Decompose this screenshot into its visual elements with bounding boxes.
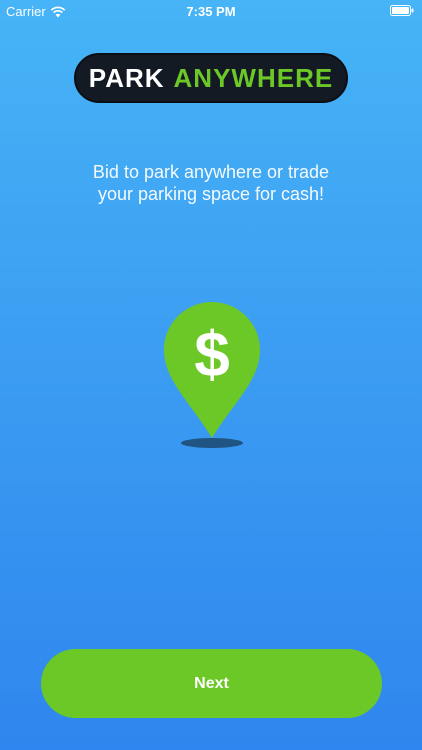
location-pin-dollar-icon: $	[160, 298, 264, 454]
dollar-sign: $	[194, 318, 230, 390]
logo-word-anywhere: ANYWHERE	[173, 62, 334, 93]
tagline-line-2: your parking space for cash!	[97, 184, 325, 204]
next-button[interactable]: Next	[41, 649, 382, 718]
status-bar: Carrier 7:35 PM	[0, 0, 422, 22]
tagline: Bid to park anywhere or trade your parki…	[40, 161, 382, 205]
status-time: 7:35 PM	[186, 4, 236, 19]
tagline-line-1: Bid to park anywhere or trade	[92, 162, 330, 182]
app-logo: PARK ANYWHERE	[74, 53, 348, 103]
battery-icon	[390, 5, 414, 16]
logo-word-park: PARK	[88, 62, 165, 93]
onboarding-screen: Carrier 7:35 PM PARK ANYWHERE Bid to par…	[0, 0, 422, 750]
